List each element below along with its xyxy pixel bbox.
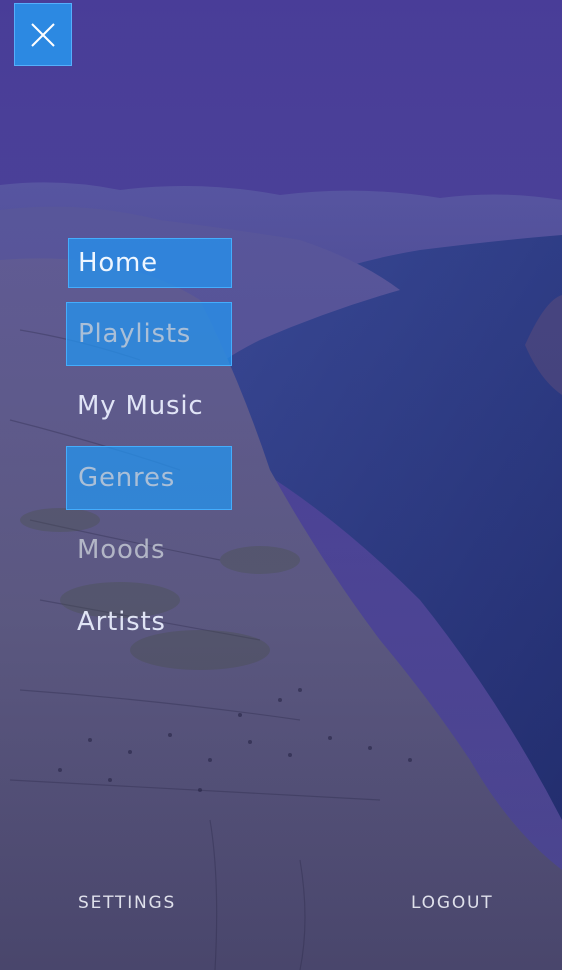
menu-item-label: My Music [77,391,204,421]
menu-item-label: Artists [77,607,166,637]
menu-item-home[interactable]: Home [68,238,232,288]
menu-item-moods[interactable]: Moods [66,518,266,582]
settings-link[interactable]: SETTINGS [78,893,176,913]
menu-item-label: Playlists [78,319,192,349]
menu-item-label: Home [78,248,158,278]
menu-item-artists[interactable]: Artists [66,590,266,654]
menu-item-genres[interactable]: Genres [66,446,232,510]
menu-item-label: Moods [77,535,166,565]
logout-link[interactable]: LOGOUT [411,893,493,913]
menu-item-playlists[interactable]: Playlists [66,302,232,366]
close-button[interactable] [14,3,72,66]
close-icon [28,20,58,50]
side-menu-screen: Home Playlists My Music Genres Moods Art… [0,0,562,970]
menu-item-label: Genres [78,463,176,493]
menu-item-my-music[interactable]: My Music [66,374,266,438]
